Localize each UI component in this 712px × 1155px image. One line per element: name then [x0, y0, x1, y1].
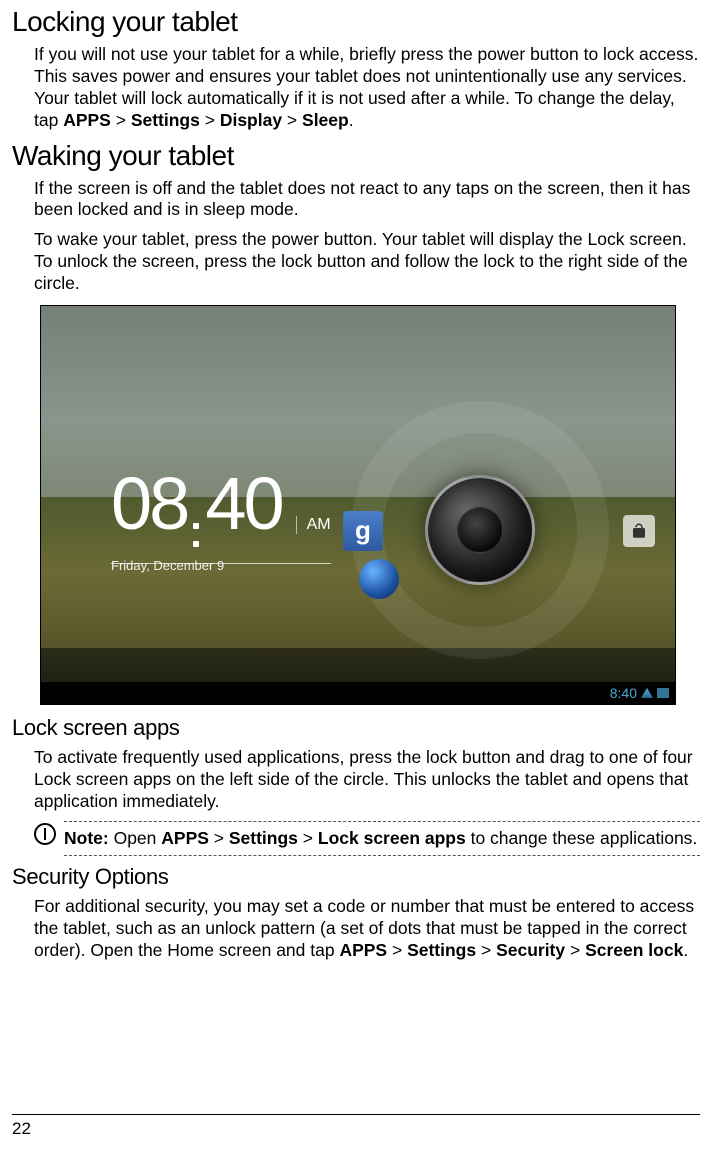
wifi-icon — [641, 688, 653, 698]
heading-lockapps: Lock screen apps — [12, 715, 700, 741]
heading-locking: Locking your tablet — [12, 6, 700, 38]
camera-lens-icon[interactable] — [425, 475, 535, 585]
sep: > — [565, 940, 585, 960]
lockscreen-clock: 08 40 AM Friday, December 9 — [111, 461, 331, 573]
note-text: Note: Open APPS > Settings > Lock screen… — [64, 828, 700, 850]
breadcrumb-settings: Settings — [229, 828, 298, 848]
sep: > — [476, 940, 496, 960]
note-block: Note: Open APPS > Settings > Lock screen… — [34, 821, 700, 857]
note-icon — [34, 823, 56, 845]
status-bar: 8:40 — [41, 682, 675, 704]
lockscreen-apps: g — [337, 511, 377, 599]
unlock-ring[interactable] — [351, 401, 609, 659]
sep: > — [298, 828, 318, 848]
paragraph-lockapps: To activate frequently used applications… — [34, 747, 700, 813]
heading-waking: Waking your tablet — [12, 140, 700, 172]
breadcrumb-settings: Settings — [131, 110, 200, 130]
lockscreen-screenshot: 08 40 AM Friday, December 9 g 8:40 — [40, 305, 676, 705]
status-time: 8:40 — [610, 685, 637, 701]
heading-security: Security Options — [12, 864, 700, 890]
breadcrumb-sleep: Sleep — [302, 110, 349, 130]
sep: > — [200, 110, 220, 130]
clock-colon-icon — [193, 523, 199, 561]
clock-ampm: AM — [296, 516, 331, 534]
breadcrumb-settings: Settings — [407, 940, 476, 960]
breadcrumb-apps: APPS — [339, 940, 387, 960]
browser-app-icon[interactable] — [359, 559, 399, 599]
breadcrumb-lockscreenapps: Lock screen apps — [318, 828, 466, 848]
note-label: Note: — [64, 828, 114, 848]
clock-minutes: 40 — [205, 461, 281, 546]
text: Open — [114, 828, 162, 848]
unlock-target[interactable] — [623, 515, 655, 547]
page-number: 22 — [12, 1119, 700, 1139]
unlock-icon — [630, 522, 648, 540]
footer-rule — [12, 1114, 700, 1115]
text: . — [349, 110, 354, 130]
breadcrumb-apps: APPS — [161, 828, 209, 848]
text: to change these applications. — [466, 828, 698, 848]
sep: > — [387, 940, 407, 960]
paragraph-security: For additional security, you may set a c… — [34, 896, 700, 962]
text: . — [683, 940, 688, 960]
breadcrumb-security: Security — [496, 940, 565, 960]
page-footer: 22 — [12, 1114, 700, 1139]
sep: > — [209, 828, 229, 848]
battery-icon — [657, 688, 669, 698]
clock-hours: 08 — [111, 461, 187, 546]
sep: > — [111, 110, 131, 130]
paragraph-waking-2: To wake your tablet, press the power but… — [34, 229, 700, 295]
breadcrumb-screenlock: Screen lock — [585, 940, 683, 960]
google-app-icon[interactable]: g — [343, 511, 383, 551]
breadcrumb-display: Display — [220, 110, 282, 130]
sep: > — [282, 110, 302, 130]
breadcrumb-apps: APPS — [63, 110, 111, 130]
dashed-divider-bottom — [64, 855, 700, 856]
dashed-divider-top — [64, 821, 700, 822]
paragraph-waking-1: If the screen is off and the tablet does… — [34, 178, 700, 222]
clock-date: Friday, December 9 — [111, 558, 331, 573]
paragraph-locking: If you will not use your tablet for a wh… — [34, 44, 700, 132]
